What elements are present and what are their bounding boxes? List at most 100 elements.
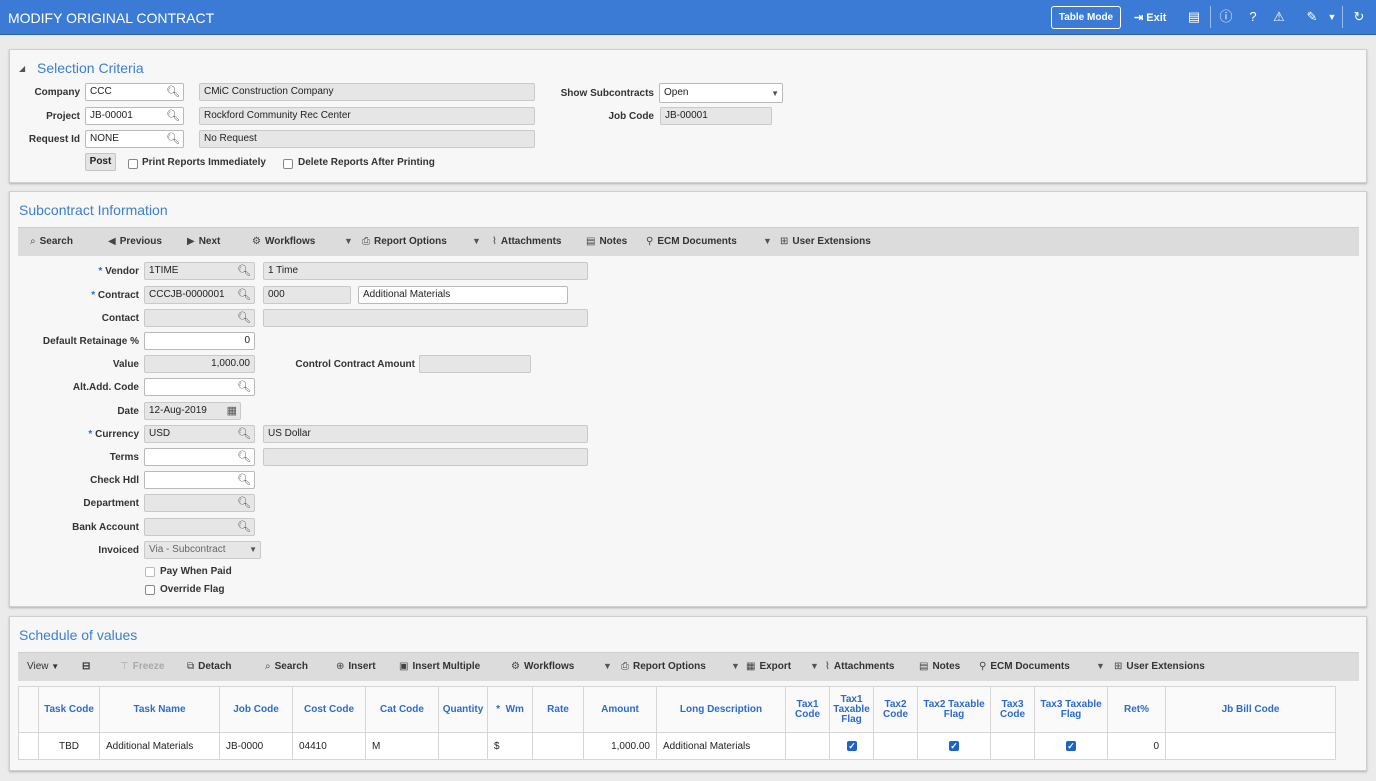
currency-input[interactable]: USD 🔍︎ (144, 425, 255, 443)
print-reports-checkbox[interactable] (128, 159, 138, 169)
tax3-code-cell[interactable] (990, 732, 1035, 760)
next-button[interactable]: ▶ Next (187, 236, 220, 247)
previous-button[interactable]: ◀ Previous (108, 236, 162, 247)
post-button[interactable]: Post (85, 153, 116, 171)
workflows-button[interactable]: ⚙ Workflows (511, 661, 574, 672)
chevron-down-icon[interactable]: ▼ (810, 661, 819, 671)
column-header[interactable]: Quantity (438, 686, 488, 733)
job-code-cell[interactable]: JB-0000 (219, 732, 293, 760)
column-header[interactable]: Cost Code (292, 686, 366, 733)
attachments-button[interactable]: ⌇ Attachments (492, 236, 561, 247)
info-icon[interactable]: ⓘ (1218, 9, 1234, 25)
chevron-down-icon[interactable]: ▼ (763, 236, 772, 246)
chevron-down-icon[interactable]: ▼ (603, 661, 612, 671)
show-subcontracts-select[interactable]: Open ▼ (659, 83, 783, 103)
help-icon[interactable]: ? (1245, 9, 1261, 25)
chevron-down-icon[interactable]: ▼ (731, 661, 740, 671)
column-header[interactable]: Tax3 Code (990, 686, 1035, 733)
invoiced-select[interactable]: Via - Subcontract ▼ (144, 541, 261, 559)
search-icon[interactable]: 🔍︎ (237, 379, 251, 395)
long-description-cell[interactable]: Additional Materials (656, 732, 786, 760)
chevron-down-icon[interactable]: ▼ (472, 236, 481, 246)
detach-button[interactable]: ⧉ Detach (187, 661, 232, 672)
column-header[interactable]: Rate (532, 686, 584, 733)
warning-icon[interactable]: ⚠ (1271, 9, 1287, 25)
search-icon[interactable]: 🔍︎ (166, 131, 180, 147)
attachments-button[interactable]: ⌇ Attachments (825, 661, 894, 672)
search-icon[interactable]: 🔍︎ (237, 449, 251, 465)
column-header[interactable]: Tax2 Taxable Flag (917, 686, 991, 733)
contract-description-input[interactable]: Additional Materials (358, 286, 568, 304)
search-icon[interactable]: 🔍︎ (237, 519, 251, 535)
search-icon[interactable]: 🔍︎ (237, 472, 251, 488)
alt-add-code-input[interactable]: 🔍︎ (144, 378, 255, 396)
contract-input[interactable]: CCCJB-0000001 🔍︎ (144, 286, 255, 304)
refresh-icon[interactable]: ↻ (1351, 9, 1367, 25)
rate-cell[interactable] (532, 732, 584, 760)
department-input[interactable]: 🔍︎ (144, 494, 255, 512)
calendar-icon[interactable]: ▦ (227, 403, 237, 419)
tax3-flag-cell[interactable]: ✓ (1034, 732, 1108, 760)
report-options-button[interactable]: ⎙ Report Options (362, 236, 447, 247)
tax1-flag-cell[interactable]: ✓ (829, 732, 874, 760)
report-options-button[interactable]: ⎙ Report Options (621, 661, 706, 672)
column-header[interactable]: * Wm (487, 686, 533, 733)
pay-when-paid-checkbox[interactable] (145, 567, 155, 577)
search-icon[interactable]: 🔍︎ (237, 287, 251, 303)
company-input[interactable]: CCC 🔍︎ (85, 83, 184, 101)
chevron-down-icon[interactable]: ▼ (1324, 9, 1340, 25)
insert-multiple-button[interactable]: ▣ Insert Multiple (399, 661, 480, 672)
tax1-flag-checkbox[interactable]: ✓ (847, 741, 857, 751)
print-icon[interactable]: ▤ (1186, 9, 1202, 25)
search-icon[interactable]: 🔍︎ (237, 426, 251, 442)
search-icon[interactable]: 🔍︎ (237, 310, 251, 326)
column-header[interactable]: Tax1 Code (785, 686, 830, 733)
tax3-flag-checkbox[interactable]: ✓ (1066, 741, 1076, 751)
table-row[interactable]: TBD Additional Materials JB-0000 04410 M… (18, 732, 1336, 760)
notes-button[interactable]: ▤ Notes (586, 236, 627, 247)
workflows-button[interactable]: ⚙ Workflows (252, 236, 315, 247)
user-extensions-button[interactable]: ⊞ User Extensions (1114, 661, 1205, 672)
ecm-documents-button[interactable]: ⚲ ECM Documents (646, 236, 737, 247)
task-code-cell[interactable]: TBD (38, 732, 100, 760)
column-header[interactable]: Tax3 Taxable Flag (1034, 686, 1108, 733)
row-selector[interactable] (18, 732, 39, 760)
wm-cell[interactable]: $ (487, 732, 533, 760)
search-icon[interactable]: 🔍︎ (237, 495, 251, 511)
column-header[interactable]: Job Code (219, 686, 293, 733)
search-icon[interactable]: 🔍︎ (237, 263, 251, 279)
retainage-input[interactable]: 0 (144, 332, 255, 350)
exit-button[interactable]: ⇥ Exit (1134, 11, 1166, 24)
quantity-cell[interactable] (438, 732, 488, 760)
insert-button[interactable]: ⊕ Insert (336, 661, 376, 672)
tax2-code-cell[interactable] (873, 732, 918, 760)
jb-bill-code-cell[interactable] (1165, 732, 1336, 760)
amount-cell[interactable]: 1,000.00 (583, 732, 657, 760)
cost-code-cell[interactable]: 04410 (292, 732, 366, 760)
tax1-code-cell[interactable] (785, 732, 830, 760)
column-header[interactable]: Long Description (656, 686, 786, 733)
view-menu[interactable]: View ▼ (27, 661, 59, 672)
delete-reports-checkbox[interactable] (283, 159, 293, 169)
tax2-flag-checkbox[interactable]: ✓ (949, 741, 959, 751)
request-id-input[interactable]: NONE 🔍︎ (85, 130, 184, 148)
check-hdl-input[interactable]: 🔍︎ (144, 471, 255, 489)
column-header[interactable]: Tax1 Taxable Flag (829, 686, 874, 733)
override-flag-checkbox[interactable] (145, 585, 155, 595)
contact-input[interactable]: 🔍︎ (144, 309, 255, 327)
column-header[interactable]: Task Name (99, 686, 220, 733)
search-icon[interactable]: 🔍︎ (166, 108, 180, 124)
bank-account-input[interactable]: 🔍︎ (144, 518, 255, 536)
edit-icon[interactable]: ✎ (1304, 9, 1320, 25)
task-name-cell[interactable]: Additional Materials (99, 732, 220, 760)
search-button[interactable]: ⌕ Search (30, 236, 73, 247)
column-header[interactable]: Tax2 Code (873, 686, 918, 733)
freeze-button[interactable]: ⊤ Freeze (120, 661, 164, 672)
chevron-down-icon[interactable]: ▼ (1096, 661, 1105, 671)
search-icon[interactable]: 🔍︎ (166, 84, 180, 100)
vendor-input[interactable]: 1TIME 🔍︎ (144, 262, 255, 280)
column-header[interactable]: Amount (583, 686, 657, 733)
cat-code-cell[interactable]: M (365, 732, 439, 760)
notes-button[interactable]: ▤ Notes (919, 661, 960, 672)
collapse-icon[interactable]: ◢ (19, 64, 25, 73)
